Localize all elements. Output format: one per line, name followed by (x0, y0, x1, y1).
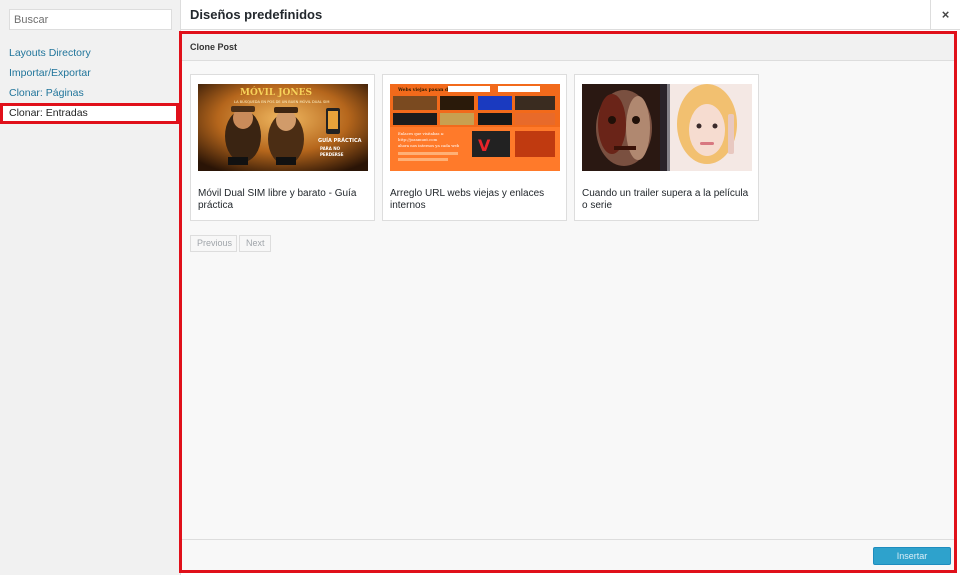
close-button[interactable]: × (930, 0, 960, 30)
svg-text:LA BÚSQUEDA EN POS DE UN BUEN: LA BÚSQUEDA EN POS DE UN BUEN MÓVIL DUAL… (234, 99, 329, 104)
svg-text:Enlaces que visitabas a:: Enlaces que visitabas a: (398, 131, 444, 136)
svg-text:GUÍA PRÁCTICA: GUÍA PRÁCTICA (318, 136, 362, 144)
sidebar-item-layouts-directory[interactable]: Layouts Directory (9, 47, 91, 59)
card-thumbnail: MÓVIL JONES LA BÚSQUEDA EN POS DE UN BUE… (198, 84, 368, 171)
sidebar-item-clone-posts[interactable]: Clonar: Entradas (0, 103, 179, 124)
card-thumbnail (582, 84, 752, 171)
svg-text:http://joanmunt.com: http://joanmunt.com (398, 137, 438, 142)
svg-text:ahora nos internos ya cada web: ahora nos internos ya cada web (398, 143, 460, 148)
previous-button[interactable]: Previous (190, 235, 237, 252)
card-title: Móvil Dual SIM libre y barato - Guía prá… (198, 188, 357, 211)
modal-header: Diseños predefinidos × (181, 0, 960, 30)
layout-card[interactable]: MÓVIL JONES LA BÚSQUEDA EN POS DE UN BUE… (190, 74, 375, 221)
svg-text:PERDERSE: PERDERSE (320, 152, 344, 157)
layouts-modal: Layouts Directory Importar/Exportar Clon… (0, 0, 960, 575)
content-panel: Clone Post MÓVIL JONES LA BÚSQUEDA EN PO… (179, 31, 957, 573)
sidebar-item-clone-pages[interactable]: Clonar: Páginas (9, 87, 84, 99)
close-icon: × (941, 7, 950, 22)
layout-card[interactable]: Cuando un trailer supera a la película o… (574, 74, 759, 221)
section-title: Clone Post (190, 42, 238, 52)
svg-text:MÓVIL JONES: MÓVIL JONES (240, 86, 312, 98)
card-title: Arreglo URL webs viejas y enlaces intern… (390, 188, 545, 211)
section-header: Clone Post (182, 34, 954, 61)
svg-text:V: V (478, 136, 491, 155)
card-thumbnail: Webs viejas pasan de: Enlaces que visita… (390, 84, 560, 171)
search-input[interactable] (9, 9, 172, 30)
page-title: Diseños predefinidos (190, 7, 323, 22)
svg-text:Webs viejas pasan de:: Webs viejas pasan de: (397, 87, 453, 93)
card-title: Cuando un trailer supera a la película o… (582, 188, 749, 211)
next-button[interactable]: Next (239, 235, 271, 252)
layout-card[interactable]: Webs viejas pasan de: Enlaces que visita… (382, 74, 567, 221)
sidebar-item-import-export[interactable]: Importar/Exportar (9, 67, 91, 79)
modal-footer: Insertar (182, 539, 954, 570)
svg-text:PARA NO: PARA NO (320, 146, 341, 151)
insert-button[interactable]: Insertar (873, 547, 951, 565)
sidebar: Layouts Directory Importar/Exportar Clon… (0, 0, 181, 575)
